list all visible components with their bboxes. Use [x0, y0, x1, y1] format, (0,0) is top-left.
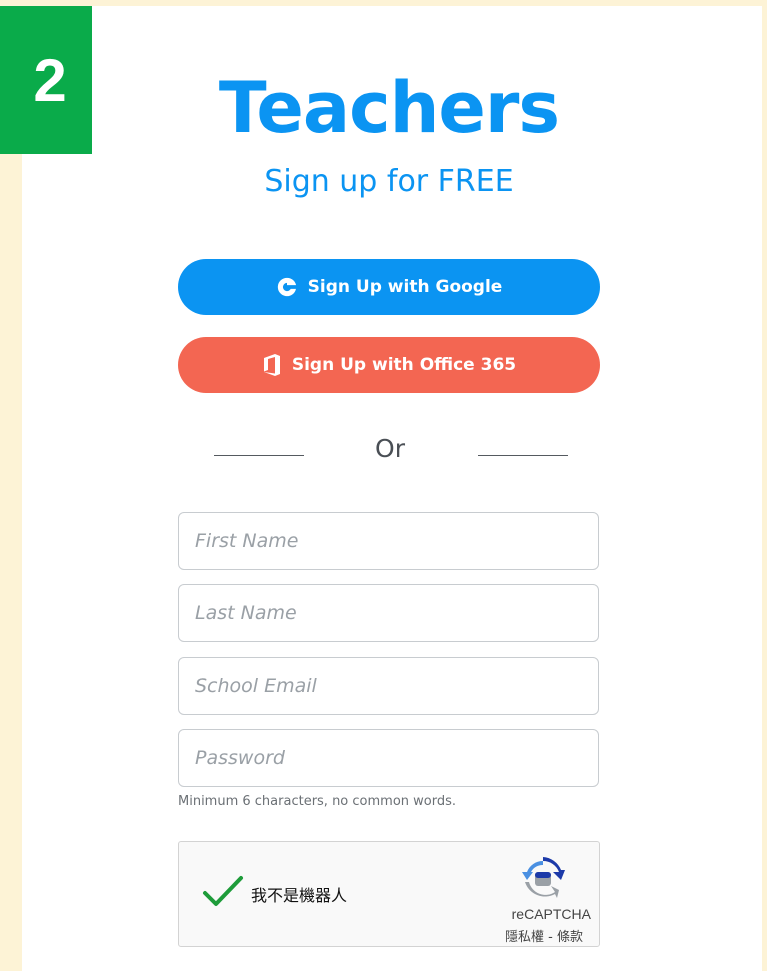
- google-signup-label: Sign Up with Google: [307, 277, 503, 297]
- office-signup-label: Sign Up with Office 365: [291, 355, 517, 375]
- google-signup-button[interactable]: Sign Up with Google: [178, 259, 600, 315]
- last-name-input[interactable]: [178, 584, 599, 642]
- recaptcha-label: 我不是機器人: [251, 886, 348, 905]
- page-title: Teachers: [218, 67, 560, 149]
- recaptcha-brand: reCAPTCHA: [511, 906, 591, 922]
- school-email-input[interactable]: [178, 657, 599, 715]
- recaptcha-logo-icon: [521, 856, 565, 900]
- recaptcha-links: 隱私權 - 條款: [505, 926, 583, 945]
- office365-signup-button[interactable]: Sign Up with Office 365: [178, 337, 600, 393]
- password-input[interactable]: [178, 729, 599, 787]
- or-divider-label: Or: [375, 434, 405, 463]
- recaptcha-separator: -: [544, 930, 557, 945]
- divider-right: [478, 455, 568, 456]
- office-icon: [262, 354, 282, 376]
- password-hint: Minimum 6 characters, no common words.: [178, 794, 457, 809]
- recaptcha-widget: 我不是機器人 reCAPTCHA 隱私權 - 條款: [178, 841, 600, 947]
- divider-left: [214, 455, 304, 456]
- recaptcha-checkbox[interactable]: [201, 872, 245, 912]
- page-subtitle: Sign up for FREE: [264, 164, 514, 199]
- first-name-input[interactable]: [178, 512, 599, 570]
- checkmark-icon: [203, 876, 243, 906]
- recaptcha-privacy-link[interactable]: 隱私權: [505, 930, 544, 945]
- recaptcha-terms-link[interactable]: 條款: [557, 930, 583, 945]
- google-icon: [276, 276, 298, 298]
